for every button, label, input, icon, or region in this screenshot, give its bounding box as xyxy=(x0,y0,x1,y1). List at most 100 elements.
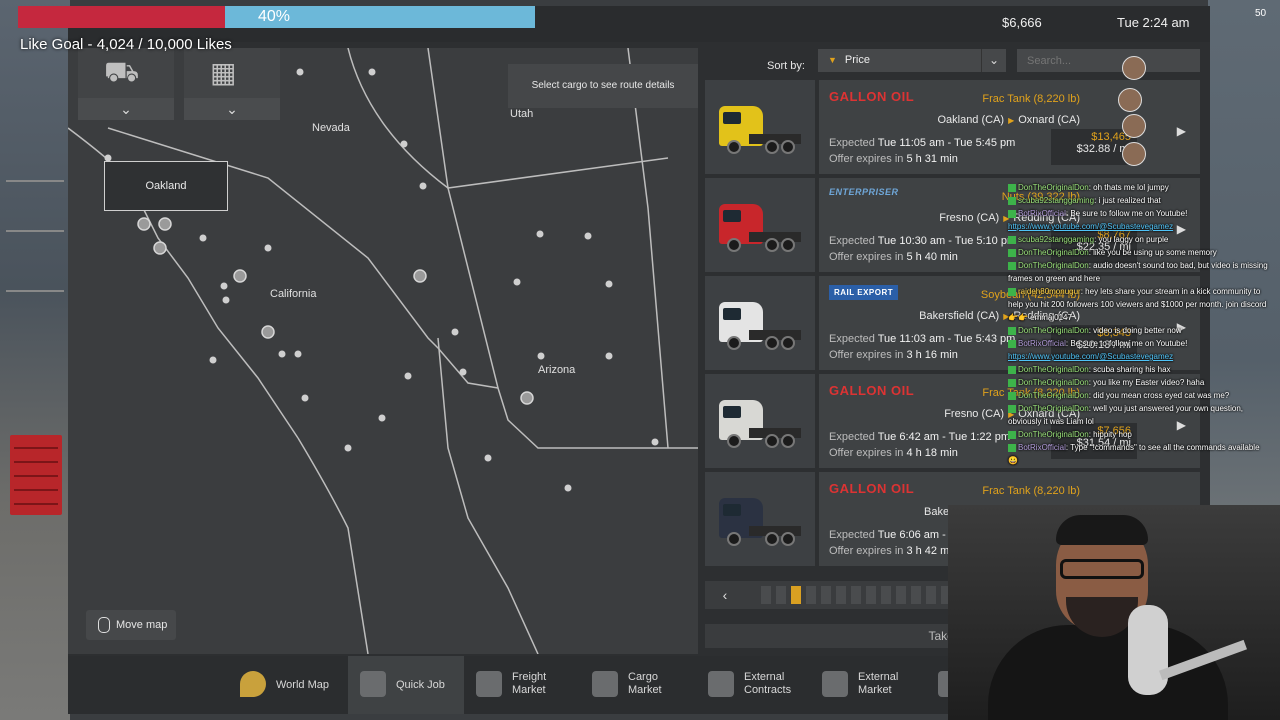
page-dot[interactable] xyxy=(806,586,816,604)
offer-expires: Offer expires in 5 h 31 min xyxy=(829,153,958,165)
expected-time: Expected Tue 11:05 am - Tue 5:45 pm xyxy=(829,137,1016,149)
truck-icon xyxy=(719,106,801,158)
badge-icon xyxy=(1008,209,1016,218)
route-from: Oakland (CA) xyxy=(937,114,1005,126)
page-dot[interactable] xyxy=(866,586,876,604)
expected-time: Expected Tue 6:42 am - Tue 1:22 pm xyxy=(829,431,1011,443)
like-goal-fill xyxy=(18,6,225,28)
page-dot[interactable] xyxy=(791,586,801,604)
chat-message: https://www.youtube.com/@Scubastevegamez xyxy=(1008,350,1270,363)
company-logo: ENTERPRISER xyxy=(829,187,899,197)
badge-icon xyxy=(1008,196,1016,205)
external-market-icon xyxy=(822,671,848,697)
truck-icon xyxy=(719,498,801,550)
page-dot[interactable] xyxy=(776,586,786,604)
company-logo: GALLON OIL xyxy=(829,481,915,496)
move-map-hint: Move map xyxy=(86,610,176,640)
badge-icon xyxy=(1008,365,1016,374)
sort-dropdown-button[interactable]: ⌄ xyxy=(981,49,1006,72)
badge-icon xyxy=(1008,430,1016,439)
chevron-down-icon[interactable]: ⌄ xyxy=(184,98,280,120)
expected-time: Expected Tue 11:03 am - Tue 5:43 pm xyxy=(829,333,1016,345)
map-borders xyxy=(68,48,698,654)
chat-username: scuba92stanggaming xyxy=(1018,196,1095,205)
truck-filter-button[interactable]: ⛟ ⌄ xyxy=(78,48,174,120)
chat-username: DonTheOriginalDon xyxy=(1018,261,1089,270)
page-dot[interactable] xyxy=(896,586,906,604)
badge-icon xyxy=(1008,391,1016,400)
offer-expires: Offer expires in 3 h 42 min xyxy=(829,545,958,557)
chat-message: DonTheOriginalDon: did you mean cross ey… xyxy=(1008,389,1270,402)
trailer-filter-button[interactable]: ▦ ⌄ xyxy=(184,48,280,120)
state-label-utah: Utah xyxy=(510,108,534,120)
chat-message: scuba92stanggaming: you laggy on purple xyxy=(1008,233,1270,246)
game-clock: Tue 2:24 am xyxy=(1117,15,1190,30)
like-goal-bar: 40% xyxy=(18,6,535,28)
like-goal-text: Like Goal - 4,024 / 10,000 Likes xyxy=(20,36,232,53)
chat-text: like you be using up some memory xyxy=(1093,248,1217,257)
chat-text: Be sure to follow me on Youtube! xyxy=(1070,209,1188,218)
chat-link[interactable]: https://www.youtube.com/@Scubastevegamez xyxy=(1008,222,1173,231)
state-label-arizona: Arizona xyxy=(538,364,576,376)
page-dot[interactable] xyxy=(881,586,891,604)
nav-freight-market[interactable]: Freight Market xyxy=(476,656,576,714)
sort-label: Sort by: xyxy=(767,60,805,72)
chevron-right-icon[interactable]: ▶ xyxy=(1177,124,1186,138)
badge-icon xyxy=(1008,339,1016,348)
page-dot[interactable] xyxy=(926,586,936,604)
chat-username: BotRixOfficial xyxy=(1018,209,1066,218)
expected-time: Expected Tue 10:30 am - Tue 5:10 pm xyxy=(829,235,1017,247)
page-dot[interactable] xyxy=(821,586,831,604)
chevron-down-icon[interactable]: ⌄ xyxy=(78,98,174,120)
offer-expires: Offer expires in 5 h 40 min xyxy=(829,251,958,263)
chat-message: DonTheOriginalDon: hippity hop xyxy=(1008,428,1270,441)
route-from: Fresno (CA) xyxy=(944,408,1005,420)
nav-quick-job[interactable]: Quick Job xyxy=(348,656,464,714)
route: Oakland (CA) ▶ Oxnard (CA) xyxy=(937,114,1080,126)
chat-message: https://www.youtube.com/@Scubastevegamez xyxy=(1008,220,1270,233)
payment: $13,465 xyxy=(1091,131,1131,143)
chat-message: BotRixOfficial: Type "!commands" to see … xyxy=(1008,443,1260,465)
page-dot[interactable] xyxy=(836,586,846,604)
nav-world-map[interactable]: World Map xyxy=(240,656,348,714)
badge-icon xyxy=(1008,287,1016,296)
route-from: Bakersfield (CA) xyxy=(919,310,1000,322)
state-label-california: California xyxy=(270,288,317,300)
chat-text: did you mean cross eyed cat was me? xyxy=(1093,391,1230,400)
world-map-icon xyxy=(240,671,266,697)
route-hint: Select cargo to see route details xyxy=(508,64,698,108)
page-dot[interactable] xyxy=(761,586,771,604)
rate-per-mile: $32.88 / mi xyxy=(1076,143,1131,155)
truck-icon: ⛟ xyxy=(104,56,140,87)
page-dot[interactable] xyxy=(911,586,921,604)
quick-job-icon xyxy=(360,671,386,697)
route-to: Oxnard (CA) xyxy=(1018,114,1080,126)
chat-text: video is doing better now xyxy=(1093,326,1182,335)
avatar xyxy=(1118,88,1142,112)
sort-select[interactable]: ▼ Price xyxy=(818,49,983,72)
chat-message: rajdeh80monugur: hey lets share your str… xyxy=(1008,287,1267,322)
chat-message: DonTheOriginalDon: well you just answere… xyxy=(1008,404,1244,426)
chat-message: DonTheOriginalDon: video is doing better… xyxy=(1008,324,1270,337)
nav-cargo-market[interactable]: Cargo Market xyxy=(592,656,692,714)
chat-message: BotRixOfficial: Be sure to follow me on … xyxy=(1008,207,1270,220)
chat-username: scuba92stanggaming xyxy=(1018,235,1095,244)
world-map[interactable]: ⛟ ⌄ ▦ ⌄ Select cargo to see route detail… xyxy=(68,48,698,654)
truck-image xyxy=(705,178,815,272)
nav-external-contracts[interactable]: External Contracts xyxy=(708,656,808,714)
truck-image xyxy=(705,374,815,468)
search-input[interactable] xyxy=(1017,49,1200,72)
chat-text: hippity hop xyxy=(1093,430,1132,439)
chat-username: DonTheOriginalDon xyxy=(1018,404,1089,413)
chat-message: DonTheOriginalDon: scuba sharing his hax xyxy=(1008,363,1270,376)
chat-text: Be sure to follow me on Youtube! xyxy=(1070,339,1188,348)
page-dot[interactable] xyxy=(851,586,861,604)
badge-icon xyxy=(1008,378,1016,387)
chat-username: DonTheOriginalDon xyxy=(1018,391,1089,400)
nav-external-market[interactable]: External Market xyxy=(822,656,922,714)
chat-username: DonTheOriginalDon xyxy=(1018,430,1089,439)
chat-link[interactable]: https://www.youtube.com/@Scubastevegamez xyxy=(1008,352,1173,361)
badge-icon xyxy=(1008,235,1016,244)
prev-page-button[interactable]: ‹ xyxy=(705,581,745,609)
chat-username: BotRixOfficial xyxy=(1018,443,1066,452)
